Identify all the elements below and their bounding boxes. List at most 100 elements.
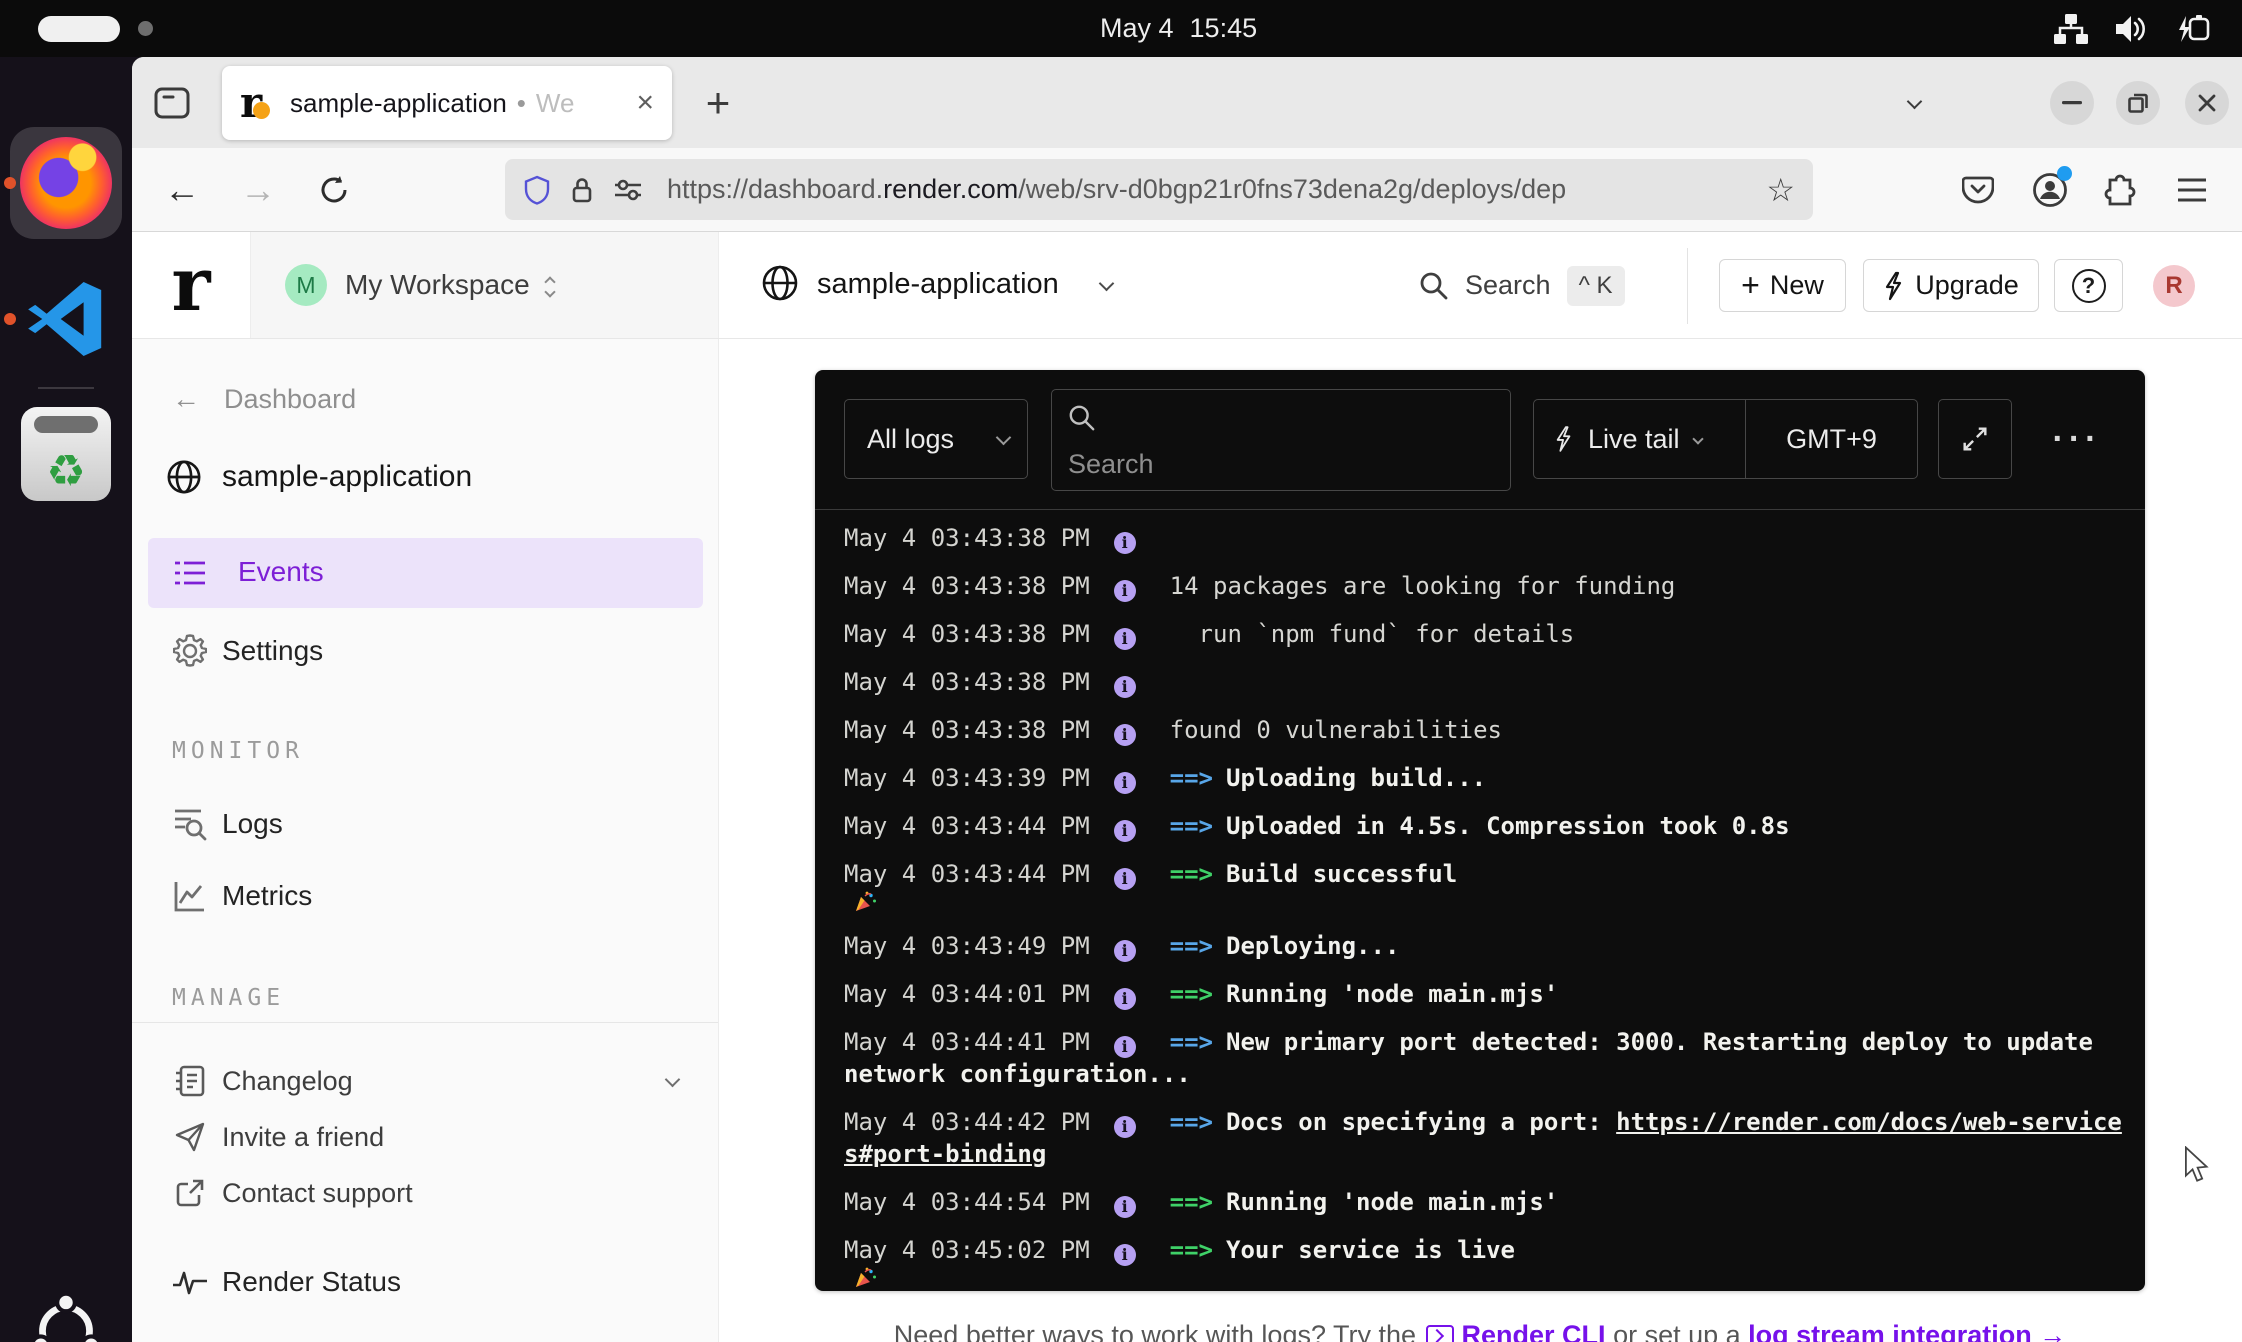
account-button[interactable] <box>2022 148 2078 231</box>
sidebar-service-name[interactable]: sample-application <box>132 451 718 503</box>
permissions-icon[interactable] <box>613 177 643 203</box>
section-label-monitor: MONITOR <box>172 738 304 764</box>
sidebar-item-contact-support[interactable]: Contact support <box>132 1166 718 1220</box>
terminal-icon <box>1426 1325 1454 1342</box>
list-all-tabs-button[interactable] <box>1894 87 1934 121</box>
log-row: May 4 03:44:42 PMi==>Docs on specifying … <box>844 1106 2129 1170</box>
chevron-up-down-icon <box>546 274 554 296</box>
extensions-button[interactable] <box>2094 148 2146 231</box>
help-button[interactable]: ? <box>2054 259 2123 312</box>
live-tail-dropdown[interactable]: Live tail <box>1534 400 1746 478</box>
header-main: sample-application Search ^ K New Upgrad… <box>719 232 2242 338</box>
minimize-button[interactable] <box>2050 81 2094 125</box>
log-message: Uploaded in 4.5s. Compression took 0.8s <box>1226 812 1790 840</box>
lock-icon[interactable] <box>569 175 595 205</box>
log-message: Running 'node main.mjs' <box>1226 980 1558 1008</box>
back-arrow-icon: ← <box>172 383 200 415</box>
log-timestamp: May 4 03:43:49 PM <box>844 932 1090 960</box>
sidebar-item-metrics[interactable]: Metrics <box>132 866 718 926</box>
log-timestamp: May 4 03:43:38 PM <box>844 572 1090 600</box>
timezone-button[interactable]: GMT+9 <box>1746 424 1917 455</box>
log-search-input[interactable] <box>1068 449 1494 480</box>
clock-time: 15:45 <box>1190 13 1258 44</box>
log-row: May 4 03:43:38 PMi run `npm fund` for de… <box>844 618 2129 650</box>
log-message: Docs on specifying a port: <box>1226 1108 1616 1136</box>
sidebar-item-invite-friend[interactable]: Invite a friend <box>132 1110 718 1164</box>
dock-trash-button[interactable]: ♻ <box>21 407 111 501</box>
section-label-manage: MANAGE <box>172 985 285 1011</box>
log-search-box[interactable] <box>1051 389 1511 491</box>
chevron-down-icon[interactable] <box>667 1072 678 1090</box>
workspace-avatar: M <box>285 264 327 306</box>
bookmark-star-icon[interactable]: ☆ <box>1766 171 1795 209</box>
global-search-button[interactable]: Search ^ K <box>1419 232 1625 339</box>
log-filter-dropdown[interactable]: All logs <box>844 399 1028 479</box>
render-logo-icon: r <box>172 255 211 315</box>
log-timestamp: May 4 03:44:41 PM <box>844 1028 1090 1056</box>
back-button[interactable]: ← <box>156 148 208 231</box>
log-arrow: ==> <box>1170 1188 1213 1216</box>
url-bar[interactable]: https://dashboard.render.com/web/srv-d0b… <box>505 159 1813 220</box>
dock-firefox-button[interactable] <box>10 127 122 239</box>
url-text[interactable]: https://dashboard.render.com/web/srv-d0b… <box>667 174 1756 205</box>
tab-bar: r sample-application•We × + <box>132 57 2242 148</box>
close-button[interactable] <box>2185 81 2229 125</box>
globe-icon <box>166 457 202 497</box>
upgrade-button[interactable]: Upgrade <box>1863 259 2039 312</box>
globe-icon <box>761 264 799 302</box>
app-header: r M My Workspace sample-application Sear… <box>132 232 2242 339</box>
chevron-down-icon <box>998 430 1009 448</box>
logs-panel: All logs Live tail GMT+9 <box>815 370 2145 1291</box>
system-clock[interactable]: May 4 15:45 <box>1100 0 1257 57</box>
vscode-running-indicator <box>4 313 16 325</box>
log-timestamp: May 4 03:44:01 PM <box>844 980 1090 1008</box>
log-arrow: ==> <box>1170 980 1213 1008</box>
tab-close-icon[interactable]: × <box>636 86 654 120</box>
shield-icon[interactable] <box>523 175 551 205</box>
log-message: Your service is live <box>1226 1236 1529 1264</box>
pocket-button[interactable] <box>1952 148 2004 231</box>
search-icon <box>1068 404 1096 432</box>
workspace-dot <box>138 21 153 36</box>
dock-show-apps-button[interactable] <box>24 1289 108 1342</box>
service-chevron-icon[interactable] <box>1101 276 1112 294</box>
render-logo-button[interactable]: r <box>132 232 251 338</box>
sidebar-item-logs[interactable]: Logs <box>132 794 718 854</box>
sidebar-back-dashboard[interactable]: ← Dashboard <box>132 377 718 421</box>
restore-button[interactable] <box>2116 81 2160 125</box>
info-icon: i <box>1114 580 1136 602</box>
dock-vscode-button[interactable] <box>22 275 110 363</box>
log-stream-integration-link[interactable]: log stream integration → <box>1748 1320 2066 1342</box>
chevron-down-icon <box>1906 94 1922 110</box>
more-options-button[interactable] <box>2037 399 2117 479</box>
browser-tab[interactable]: r sample-application•We × <box>222 66 672 140</box>
user-avatar[interactable]: R <box>2153 265 2195 307</box>
log-timestamp: May 4 03:45:02 PM <box>844 1236 1090 1264</box>
system-tray[interactable] <box>2054 0 2214 57</box>
expand-logs-button[interactable] <box>1938 399 2012 479</box>
sidebar-item-settings[interactable]: Settings <box>132 621 718 681</box>
service-selector[interactable]: sample-application <box>817 268 1059 301</box>
live-tail-control[interactable]: Live tail GMT+9 <box>1533 399 1918 479</box>
firefox-view-button[interactable] <box>148 79 196 127</box>
sidebar-item-events[interactable]: Events <box>148 538 703 608</box>
puzzle-icon <box>2104 174 2136 206</box>
sidebar-item-changelog[interactable]: Changelog <box>132 1053 718 1109</box>
new-button[interactable]: New <box>1719 259 1846 312</box>
browser-window: r sample-application•We × + ← → https://… <box>132 57 2242 1342</box>
forward-button[interactable]: → <box>232 148 284 231</box>
volume-icon <box>2114 13 2148 45</box>
log-lines[interactable]: May 4 03:43:38 PMiMay 4 03:43:38 PMi14 p… <box>815 509 2145 1291</box>
search-label: Search <box>1465 270 1551 301</box>
paper-plane-icon <box>172 1121 208 1153</box>
reload-button[interactable] <box>308 148 360 231</box>
log-row: May 4 03:43:38 PMi <box>844 666 2129 698</box>
ubuntu-logo-icon <box>24 1289 108 1342</box>
menu-button[interactable] <box>2166 148 2218 231</box>
activities-pill[interactable] <box>38 16 120 42</box>
lightning-icon <box>1554 425 1574 453</box>
new-tab-button[interactable]: + <box>692 77 744 129</box>
render-cli-link[interactable]: Render CLI <box>1462 1320 1606 1342</box>
workspace-selector[interactable]: M My Workspace <box>251 232 719 338</box>
sidebar-item-render-status[interactable]: Render Status <box>132 1253 718 1311</box>
